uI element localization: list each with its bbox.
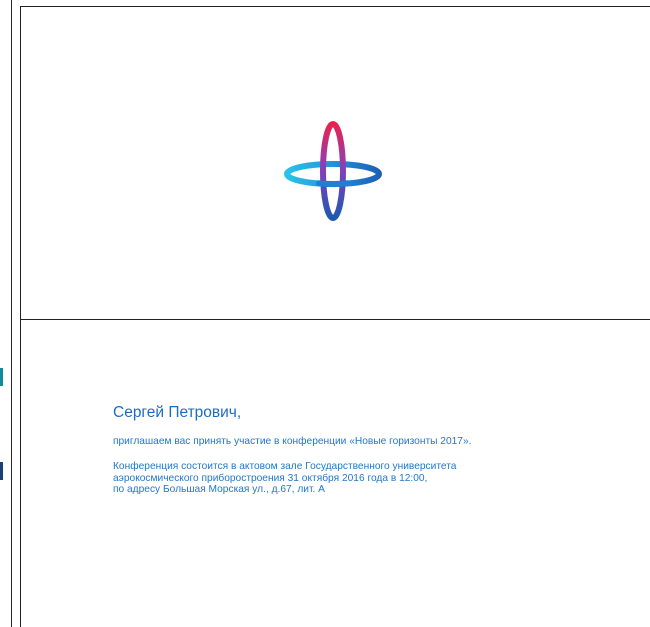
greeting-heading: Сергей Петрович, bbox=[113, 404, 242, 421]
adjacent-page-edge bbox=[0, 0, 12, 627]
intersecting-rings-logo-icon bbox=[284, 121, 382, 221]
event-details: Конференция состоится в актовом зале Гос… bbox=[113, 461, 456, 496]
invitation-text-page: Сергей Петрович, приглашаем вас принять … bbox=[20, 319, 650, 627]
invitation-cover bbox=[20, 6, 650, 320]
details-line: по адресу Большая Морская ул., д.67, лит… bbox=[113, 484, 325, 495]
details-line: Конференция состоится в актовом зале Гос… bbox=[113, 461, 457, 472]
details-line: аэрокосмического приборостроения 31 октя… bbox=[113, 472, 428, 484]
invitation-line: приглашаем вас принять участие в конфере… bbox=[113, 436, 472, 447]
document-page: Сергей Петрович, приглашаем вас принять … bbox=[0, 0, 650, 627]
edge-mark bbox=[0, 368, 3, 386]
edge-mark bbox=[0, 462, 3, 480]
